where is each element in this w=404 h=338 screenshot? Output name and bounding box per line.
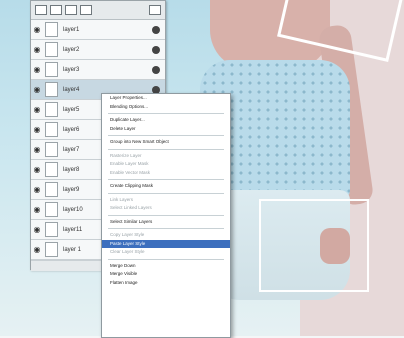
menu-separator	[108, 214, 224, 216]
layer-style-icon[interactable]	[152, 45, 160, 54]
menu-item: Enable Layer Mask	[110, 161, 149, 166]
menu-item[interactable]: Merge Down	[102, 262, 230, 271]
layer-thumbnail	[45, 122, 58, 137]
menu-item[interactable]: Duplicate Layer...	[102, 116, 230, 125]
menu-separator	[108, 113, 224, 114]
menu-separator	[108, 135, 224, 136]
eye-icon[interactable]: ◉	[31, 125, 43, 134]
layer-name: layer3	[63, 66, 80, 73]
menu-item: Rasterize Layer	[110, 152, 142, 158]
layer-name: layer1	[63, 26, 80, 33]
lock-icon[interactable]	[35, 5, 47, 15]
menu-separator	[108, 258, 224, 260]
menu-separator	[108, 192, 224, 194]
layer-thumbnail	[45, 202, 58, 217]
menu-item[interactable]: Create Clipping Mask	[102, 182, 230, 191]
layer-thumbnail	[45, 22, 58, 37]
eye-icon[interactable]: ◉	[31, 165, 43, 174]
eye-icon[interactable]: ◉	[31, 205, 43, 214]
move-icon[interactable]	[80, 5, 92, 15]
menu-icon[interactable]	[149, 5, 161, 15]
fill-icon[interactable]	[50, 5, 62, 15]
layer-thumbnail	[45, 42, 58, 57]
menu-item: Select Linked Layers	[110, 205, 152, 210]
menu-item: Enable Vector Mask	[110, 169, 151, 175]
layer-row[interactable]: ◉ layer2	[31, 40, 165, 60]
menu-item[interactable]: Blending Options...	[102, 103, 230, 112]
menu-item[interactable]: Merge Visible	[102, 270, 230, 279]
menu-item[interactable]: Delete Layer	[102, 125, 230, 134]
eye-icon[interactable]: ◉	[31, 105, 43, 114]
menu-item[interactable]: Flatten Image	[102, 279, 230, 288]
menu-item: Copy Layer Style	[110, 232, 145, 237]
eye-icon[interactable]: ◉	[31, 245, 43, 254]
layers-panel-header	[31, 1, 165, 20]
menu-item: Link Layers	[110, 196, 134, 202]
layer-thumbnail	[45, 242, 58, 257]
layer-thumbnail	[45, 182, 58, 197]
eye-icon[interactable]: ◉	[31, 145, 43, 154]
menu-separator	[108, 179, 224, 180]
layer-context-menu: Layer Properties... Blending Options... Du…	[101, 93, 231, 338]
layer-name: layer4	[63, 86, 80, 93]
layer-row[interactable]: ◉ layer1	[31, 20, 165, 40]
menu-item[interactable]: Layer Properties...	[102, 94, 230, 103]
layer-thumbnail	[45, 82, 58, 97]
eye-icon[interactable]: ◉	[31, 225, 43, 234]
eye-icon[interactable]: ◉	[31, 65, 43, 74]
layer-thumbnail	[45, 162, 58, 177]
menu-separator	[108, 228, 224, 229]
layer-name: layer2	[63, 46, 80, 53]
layer-thumbnail	[45, 102, 58, 117]
layer-row[interactable]: ◉ layer3	[31, 60, 165, 80]
eye-icon[interactable]: ◉	[31, 185, 43, 194]
layer-thumbnail	[45, 222, 58, 237]
brush-icon[interactable]	[65, 5, 77, 15]
layer-thumbnail	[45, 62, 58, 77]
menu-item[interactable]: Group into New Smart Object	[102, 138, 230, 147]
menu-item[interactable]: Select Similar Layers	[102, 218, 230, 227]
photo-frame-bottom	[259, 199, 369, 292]
layer-thumbnail	[45, 142, 58, 157]
menu-item[interactable]: Paste Layer Style	[102, 239, 230, 248]
layer-style-icon[interactable]	[152, 25, 160, 34]
eye-icon[interactable]: ◉	[31, 85, 43, 94]
eye-icon[interactable]: ◉	[31, 25, 43, 34]
layer-style-icon[interactable]	[152, 65, 160, 74]
menu-separator	[108, 148, 224, 150]
menu-item: Clear Layer Style	[110, 249, 145, 254]
eye-icon[interactable]: ◉	[31, 45, 43, 54]
